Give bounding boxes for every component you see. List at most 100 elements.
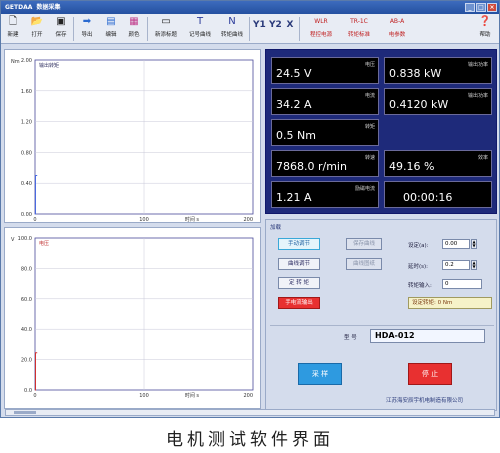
model-row: 型 号 HDA-012 [270, 325, 494, 343]
text-t-icon: T [196, 16, 204, 27]
y2-axis-button[interactable]: Y2 [269, 20, 282, 46]
app-name: GETDAA [5, 4, 33, 11]
fixed-torque-button[interactable]: 定 转 矩 [278, 277, 320, 289]
y-axis-label: V [11, 237, 15, 243]
close-button[interactable]: × [487, 3, 497, 12]
chart-title: 电压 [39, 240, 49, 247]
toolbar: 🗋 新建 📂 打开 ▣ 保存 ➡ 导出 ▤ 编辑 ▦ 颜色 ▭ 新添标题 T 记号曲线 N 转矩曲… [1, 14, 499, 44]
window-title: 数据采集 [36, 4, 61, 11]
y-tick-label: 0.00 [21, 212, 32, 218]
x-axis-label: 时间 s [185, 216, 200, 222]
new-file-icon: 🗋 [8, 16, 18, 27]
delay-input[interactable]: 0.2 [442, 260, 470, 270]
title-bar: GETDAA 数据采集 _ □ × [1, 1, 499, 14]
scrollbar-thumb[interactable] [14, 411, 36, 414]
y-tick-label: 60.0 [21, 297, 32, 303]
app-window: GETDAA 数据采集 _ □ × 🗋 新建 📂 打开 ▣ 保存 ➡ 导出 ▤ 编辑 ▦ 颜… [0, 0, 500, 418]
readout-output-power-2: 0.4120 kW 输出功率 [384, 88, 492, 115]
new-title-button[interactable]: ▭ 新添标题 [151, 16, 181, 42]
toolbar-separator [73, 17, 74, 41]
arrow-right-icon: ➡ [82, 16, 92, 27]
save-button[interactable]: ▣ 保存 [53, 16, 69, 42]
title-icon: ▭ [161, 16, 171, 27]
x-tick-label: 0 [33, 393, 36, 399]
minimize-button[interactable]: _ [465, 3, 475, 12]
readout-current: 34.2 A 电流 [271, 88, 379, 115]
current-output-button[interactable]: 手电流输出 [278, 297, 320, 309]
toolbar-separator [299, 17, 300, 41]
y-tick-label: 20.0 [21, 358, 32, 364]
y-tick-label: 0.0 [24, 388, 32, 394]
save-curve-button[interactable]: 保存曲线 [346, 238, 382, 250]
x-axis-button[interactable]: X [286, 20, 294, 46]
set-label: 设定(a): [408, 243, 429, 249]
curve-adjust-button[interactable]: 曲线调节 [278, 258, 320, 270]
set-value-spinner[interactable]: ▲ ▼ [471, 239, 477, 249]
y-tick-label: 2.00 [21, 58, 32, 64]
control-panel: 加载 手动调节 曲线调节 定 转 矩 手电流输出 保存曲线 曲线图纸 设定(a)… [265, 219, 497, 411]
y1-axis-button[interactable]: Y1 [253, 20, 266, 46]
y-tick-label: 100.0 [18, 236, 32, 242]
model-label: 型 号 [344, 335, 357, 341]
readout-excitation-current: 1.21 A 励磁电流 [271, 181, 379, 208]
text-n-icon: N [228, 16, 236, 27]
toolbar-separator [249, 17, 250, 41]
y-tick-label: 0.80 [21, 150, 32, 156]
horizontal-scrollbar[interactable] [5, 409, 495, 416]
edit-button[interactable]: ▤ 编辑 [103, 16, 119, 42]
new-button[interactable]: 🗋 新建 [5, 16, 21, 42]
curve-chart-button[interactable]: 曲线图纸 [346, 258, 382, 270]
readout-panel: 24.5 V 电压 0.838 kW 输出功率 34.2 A 电流 0.4120 kW… [265, 49, 497, 214]
torque-chart: 2.00 1.60 1.20 0.80 0.40 0.00 0 100 200 时间 s Nm 输出转… [4, 49, 261, 223]
delay-spinner[interactable]: ▲ ▼ [471, 260, 477, 270]
export-button[interactable]: ➡ 导出 [79, 16, 95, 42]
stop-button[interactable]: 停 止 [408, 363, 452, 385]
power-supply-button[interactable]: WLR 程控电源 [303, 16, 339, 42]
color-button[interactable]: ▦ 颜色 [126, 16, 142, 42]
readout-torque: 0.5 Nm 转矩 [271, 119, 379, 146]
torque-input[interactable]: 0 [442, 279, 482, 289]
y-axis-label: Nm [11, 59, 20, 65]
readout-efficiency: 49.16 % 效率 [384, 150, 492, 177]
y-tick-label: 0.40 [21, 181, 32, 187]
disk-icon: ▣ [56, 16, 66, 27]
y-tick-label: 1.20 [21, 120, 32, 126]
x-tick-label: 100 [139, 217, 149, 222]
y-tick-label: 80.0 [21, 266, 32, 272]
palette-icon: ▦ [129, 16, 139, 27]
load-group-label: 加载 [270, 225, 282, 231]
torque-chart-plot: 2.00 1.60 1.20 0.80 0.40 0.000 100 200 时间 s Nm 输出转… [11, 58, 254, 222]
voltage-chart: 100.0 80.0 60.0 40.0 20.0 0.0 0 100 200 时间 s V 电压 [4, 227, 261, 409]
mark-curve-button[interactable]: T 记号曲线 [185, 16, 215, 42]
toolbar-separator [147, 17, 148, 41]
set-value-input[interactable]: 0.00 [442, 239, 470, 249]
x-tick-label: 0 [33, 217, 36, 222]
chart-title: 输出转矩 [39, 62, 59, 69]
electrical-params-button[interactable]: AB-A 电参数 [379, 16, 415, 42]
x-tick-label: 200 [243, 393, 253, 399]
x-tick-label: 100 [139, 393, 149, 399]
y-tick-label: 40.0 [21, 327, 32, 333]
help-button[interactable]: ❓ 帮助 [475, 16, 495, 42]
help-icon: ❓ [478, 16, 492, 27]
readout-timer: 00:00:16 [384, 181, 492, 208]
readout-output-power: 0.838 kW 输出功率 [384, 57, 492, 84]
folder-icon: 📂 [30, 16, 44, 27]
maximize-button[interactable]: □ [476, 3, 486, 12]
readout-speed: 7868.0 r/min 转速 [271, 150, 379, 177]
company-name: 江苏海安辰宇机电制造有限公司 [386, 398, 464, 404]
y-tick-label: 1.60 [21, 89, 32, 95]
open-button[interactable]: 📂 打开 [29, 16, 45, 42]
image-caption: 电机测试软件界面 [166, 430, 334, 450]
torque-curve-button[interactable]: N 转矩曲线 [217, 16, 247, 42]
model-field[interactable]: HDA-012 [370, 329, 485, 343]
manual-adjust-button[interactable]: 手动调节 [278, 238, 320, 250]
delay-label: 延时(s): [408, 264, 429, 270]
x-tick-label: 200 [243, 217, 253, 222]
edit-icon: ▤ [106, 16, 116, 27]
voltage-chart-plot: 100.0 80.0 60.0 40.0 20.0 0.00 100 200 时间 s V 电压 [11, 236, 254, 399]
x-axis-label: 时间 s [185, 392, 200, 399]
torque-standard-button[interactable]: TR-1C 转矩标准 [341, 16, 377, 42]
start-sampling-button[interactable]: 采 样 [298, 363, 342, 385]
readout-voltage: 24.5 V 电压 [271, 57, 379, 84]
